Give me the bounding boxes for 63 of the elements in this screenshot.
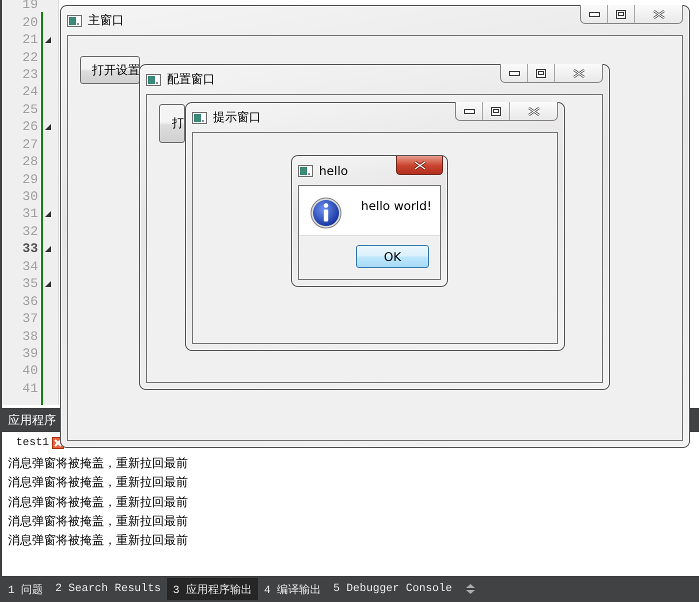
line-number: 29: [21, 172, 38, 187]
ok-button[interactable]: OK: [356, 245, 429, 268]
line-number: 37: [21, 311, 38, 326]
line-number: 25: [21, 102, 38, 117]
close-icon: [414, 160, 426, 170]
output-line: 消息弹窗将被掩盖，重新拉回最前: [8, 512, 189, 530]
line-number: 20: [21, 14, 38, 30]
window-icon: [146, 74, 161, 86]
minimize-icon: [508, 70, 520, 76]
line-number: 26: [21, 119, 38, 134]
maximize-icon: [491, 106, 501, 116]
line-number: 27: [21, 136, 38, 152]
line-number: 41: [21, 380, 38, 396]
line-number: 32: [21, 224, 38, 239]
window-icon: [192, 112, 207, 124]
line-number: 28: [21, 154, 38, 170]
line-number: 21: [21, 32, 38, 48]
minimize-icon: [588, 12, 600, 16]
open-settings-button[interactable]: 打: [159, 104, 185, 143]
info-icon: [310, 197, 342, 229]
window-title: 主窗口: [88, 12, 124, 29]
close-icon: [572, 68, 584, 78]
close-button[interactable]: [396, 156, 443, 175]
line-number: 30: [21, 189, 38, 204]
fold-marker-icon[interactable]: [45, 210, 51, 217]
minimize-icon: [464, 108, 474, 114]
line-number: 23: [21, 66, 38, 82]
dialog-title: hello: [319, 164, 348, 178]
up-down-icon[interactable]: [466, 584, 476, 594]
output-line: 消息弹窗将被掩盖，重新拉回最前: [8, 494, 189, 511]
output-tab[interactable]: 5 Debugger Console: [327, 578, 458, 600]
output-tab[interactable]: 2 Search Results: [49, 578, 167, 600]
output-tab[interactable]: 3 应用程序输出: [166, 578, 258, 600]
pane-title: 应用程序: [8, 412, 56, 428]
line-number: 34: [21, 258, 38, 274]
output-line: 消息弹窗将被掩盖，重新拉回最前: [8, 455, 189, 472]
fold-marker-icon[interactable]: [45, 280, 51, 287]
line-number: 22: [21, 50, 38, 65]
line-number: 24: [21, 84, 38, 100]
message-text: hello world!: [361, 199, 432, 213]
line-number: 40: [21, 363, 38, 378]
fold-marker-icon[interactable]: [45, 124, 51, 130]
close-icon: [652, 10, 664, 18]
output-tab[interactable]: 1 问题: [2, 578, 50, 600]
maximize-icon: [536, 68, 546, 78]
output-line: 消息弹窗将被掩盖，重新拉回最前: [8, 532, 189, 550]
fold-marker-icon[interactable]: [45, 246, 51, 252]
line-number: 31: [21, 206, 38, 222]
line-number: 38: [21, 328, 38, 344]
close-icon: [528, 106, 540, 116]
window-title: 提示窗口: [213, 109, 261, 126]
run-tab[interactable]: test1: [16, 437, 50, 449]
line-number: 36: [21, 294, 38, 309]
output-tab[interactable]: 4 编译输出: [258, 578, 328, 600]
output-line: 消息弹窗将被掩盖，重新拉回最前: [8, 474, 189, 492]
line-number: 35: [21, 276, 38, 292]
window-icon: [298, 164, 313, 176]
window-icon: [67, 14, 82, 26]
fold-marker-icon[interactable]: [45, 36, 51, 43]
maximize-icon: [616, 10, 626, 18]
window-title: 配置窗口: [167, 71, 215, 88]
line-number: 39: [21, 346, 38, 361]
line-number: 33: [21, 241, 38, 256]
